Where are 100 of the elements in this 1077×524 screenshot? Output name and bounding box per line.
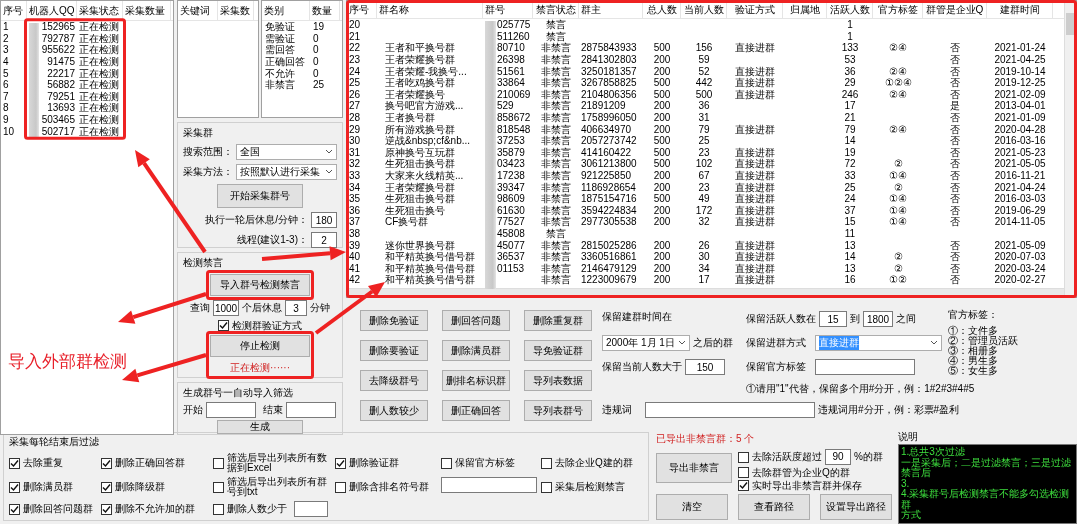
input-field[interactable]: 90 (825, 449, 851, 465)
input-field[interactable] (441, 477, 537, 493)
column-header[interactable]: 验证方式 (727, 1, 783, 18)
action-button[interactable]: 删除重复群 (524, 310, 592, 331)
import-detect-button[interactable]: 导入群号检测禁言 (210, 274, 310, 296)
group-title: 采集群 (183, 126, 214, 140)
column-header[interactable]: 群管是企业Q (923, 1, 987, 18)
column-header[interactable]: 活跃人数 (827, 1, 873, 18)
column-header[interactable]: 群号 (483, 1, 533, 18)
checkbox[interactable] (218, 320, 229, 331)
table-cell-text: 否 (949, 204, 961, 216)
action-button[interactable]: 删人数较少 (360, 400, 428, 421)
table-cell-text: 13693 (46, 102, 76, 114)
table-cell-text: 否 (949, 193, 961, 205)
view-path-button[interactable]: 查看路径 (738, 494, 810, 520)
checkbox[interactable] (738, 480, 749, 491)
table-cell-text: 33 (843, 170, 857, 181)
checkbox[interactable] (541, 481, 552, 493)
column-header[interactable]: 禁言状态 (533, 1, 579, 18)
legend-text: ⑤：女生多 (948, 366, 999, 376)
start-collect-button[interactable]: 开始采集群号 (217, 184, 303, 208)
checkbox[interactable] (213, 457, 224, 469)
table-cell-text: 38 (348, 228, 362, 239)
input-field[interactable] (294, 501, 328, 517)
input-field[interactable]: 150 (685, 359, 725, 375)
table-cell-text: 26398 (496, 54, 526, 66)
checkbox[interactable] (213, 503, 224, 515)
input-field[interactable] (206, 402, 256, 418)
input-field[interactable]: 1000 (213, 300, 239, 316)
table-cell-text: 大家来火线精英... (384, 170, 465, 181)
input-field[interactable]: 1800 (863, 311, 893, 327)
column-header[interactable]: 官方标签 (873, 1, 923, 18)
table-cell-text: 4 (2, 56, 10, 68)
checkbox-label: 删除不允许加的群 (115, 504, 195, 514)
input-field[interactable]: 180 (311, 212, 337, 228)
column-header[interactable]: 归属地 (783, 1, 827, 18)
column-header[interactable]: 当前人数 (681, 1, 727, 18)
checkbox[interactable] (101, 503, 112, 515)
input-field[interactable]: 15 (819, 311, 847, 327)
checkbox[interactable] (213, 481, 224, 493)
clear-button[interactable]: 清空 (656, 494, 728, 520)
column-header[interactable]: 序号 (1, 1, 27, 20)
checkbox[interactable] (335, 481, 346, 493)
table-cell-text: 31 (697, 112, 711, 124)
column-header[interactable]: 序号 (347, 1, 377, 18)
input-field[interactable]: 3 (285, 300, 307, 316)
checkbox[interactable] (101, 481, 112, 493)
action-button[interactable]: 删正确回答 (442, 400, 510, 421)
action-button[interactable]: 导列表数据 (524, 370, 592, 391)
table-cell-text: 直接进群 (734, 274, 776, 286)
checkbox[interactable] (441, 457, 452, 469)
column-header[interactable]: 总人数 (643, 1, 681, 18)
checkbox[interactable] (9, 503, 20, 515)
table-cell-text: 34 (697, 262, 711, 274)
table-cell-text: 45077 (496, 239, 526, 251)
input-field[interactable]: 2 (311, 232, 337, 248)
table-cell-text: 921225850 (580, 170, 633, 181)
action-button[interactable]: 导列表群号 (524, 400, 592, 421)
column-header[interactable]: 采集数量 (123, 1, 171, 20)
checkbox[interactable] (335, 457, 346, 469)
table-cell-text: 79 (843, 123, 857, 135)
generate-button[interactable]: 生成 (217, 420, 303, 434)
checkbox[interactable] (738, 467, 749, 478)
column-header[interactable]: 群主 (579, 1, 643, 18)
checkbox[interactable] (101, 457, 112, 469)
set-path-button[interactable]: 设置导出路径 (820, 494, 892, 520)
column-header[interactable]: 采集数 (218, 1, 254, 20)
table-cell-text: 20 (348, 19, 362, 31)
checkbox[interactable] (9, 457, 20, 469)
table-cell-text: 17238 (496, 170, 526, 181)
column-header[interactable]: 建群时间 (987, 1, 1053, 18)
action-button[interactable]: 删除满员群 (442, 340, 510, 361)
action-button[interactable]: 删排名标识群 (442, 370, 510, 391)
action-button[interactable]: 导免验证群 (524, 340, 592, 361)
input-field[interactable] (815, 359, 915, 375)
action-button[interactable]: 删回答问题 (442, 310, 510, 331)
table-cell-text: 16 (843, 274, 857, 286)
stop-detect-button[interactable]: 停止检测 (210, 335, 310, 357)
column-header[interactable]: 采集状态 (77, 1, 123, 20)
column-header[interactable]: 机器人QQ (27, 1, 77, 20)
checkbox[interactable] (541, 457, 552, 469)
column-header[interactable]: 数量 (310, 1, 340, 20)
column-header[interactable]: 群名称 (377, 1, 483, 18)
table-cell-text: 2104806356 (580, 88, 638, 100)
method-dropdown[interactable]: 按照默认进行采集 (236, 164, 337, 180)
action-button[interactable]: 删除要验证 (360, 340, 428, 361)
action-button[interactable]: 去降级群号 (360, 370, 428, 391)
table-cell-text: 172 (694, 204, 714, 216)
input-field[interactable] (286, 402, 336, 418)
column-header[interactable]: 关键词 (178, 1, 218, 20)
export-button[interactable]: 导出非禁言 (656, 453, 732, 483)
table-cell-text: 否 (949, 216, 961, 228)
checkbox[interactable] (738, 451, 749, 463)
column-header[interactable]: 类别 (262, 1, 310, 20)
date-picker[interactable]: 2000年 1月 1日 (602, 335, 690, 351)
notes-line: 4.采集群号后检测禁言不能多勾选检测群 (901, 489, 1071, 510)
scope-dropdown[interactable]: 全国 (236, 144, 337, 160)
checkbox[interactable] (9, 481, 20, 493)
input-field[interactable] (645, 402, 815, 418)
action-button[interactable]: 删除免验证 (360, 310, 428, 331)
